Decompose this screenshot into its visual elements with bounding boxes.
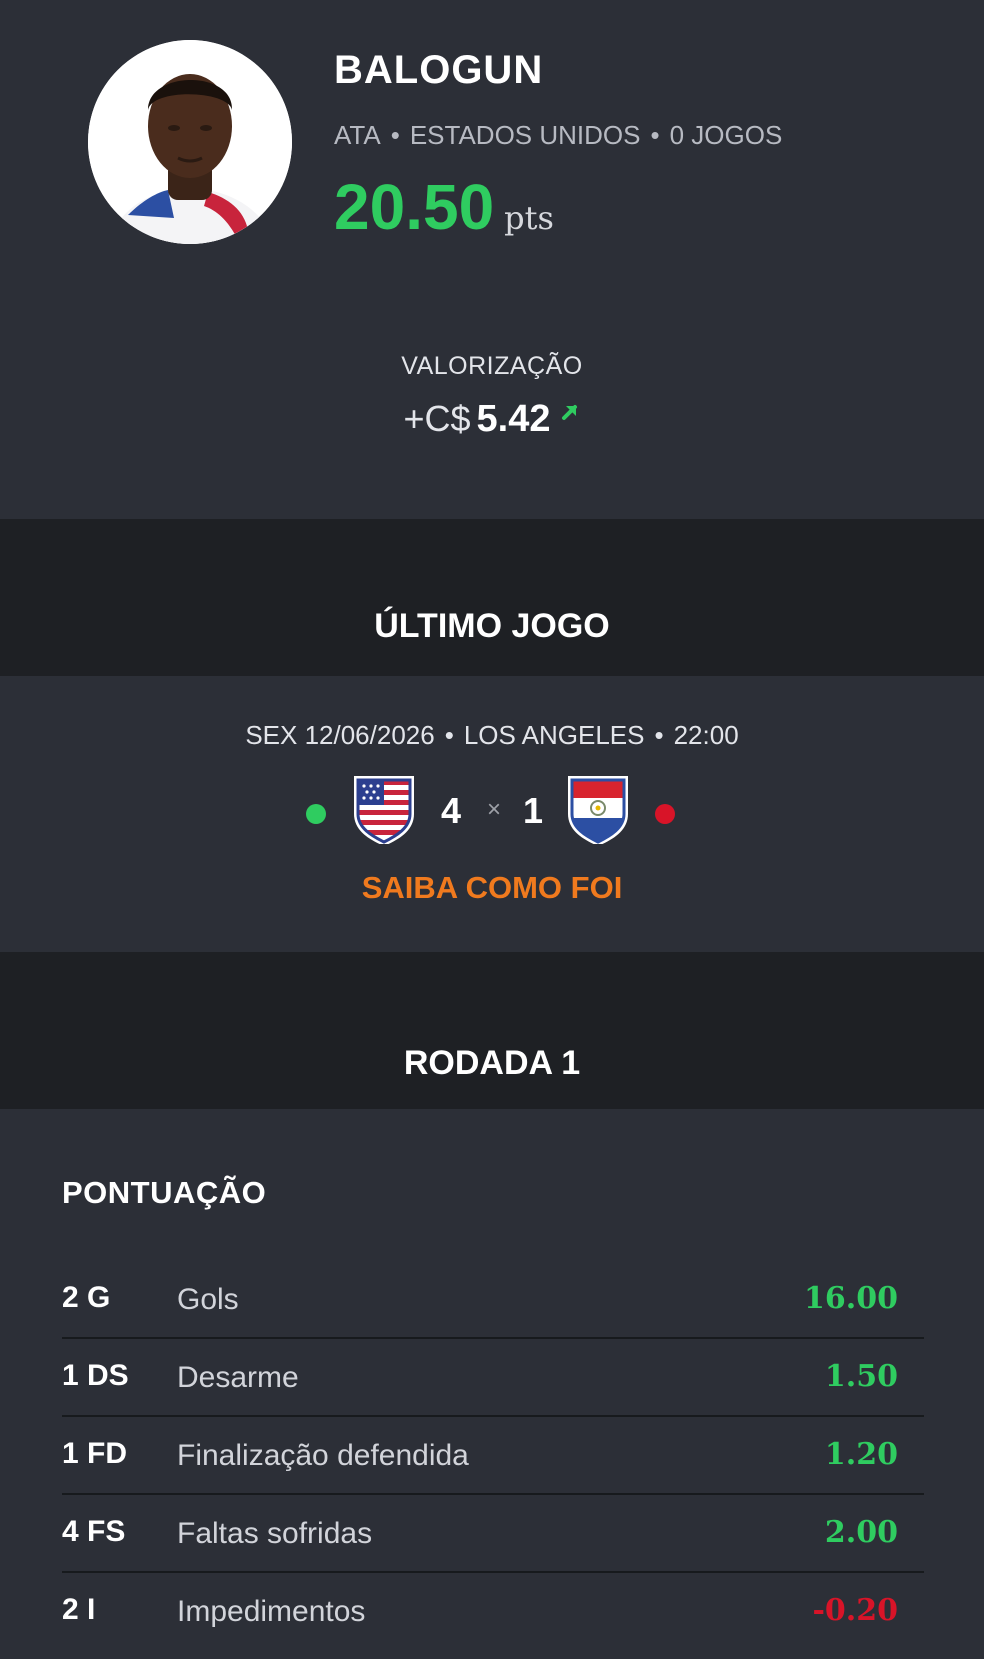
- score-value: 2.00: [824, 1515, 898, 1550]
- score-label: Faltas sofridas: [177, 1517, 373, 1550]
- usa-shield-icon: [350, 774, 418, 849]
- valorizacao-amount: 5.42: [476, 398, 551, 440]
- round-header: RODADA 1: [0, 952, 984, 1109]
- score-row: 1 DS Desarme 1.50: [62, 1339, 924, 1417]
- score-row: 4 FS Faltas sofridas 2.00: [62, 1495, 924, 1573]
- player-points: 20.50 pts: [334, 170, 554, 244]
- valorizacao-label: VALORIZAÇÃO: [401, 352, 583, 380]
- score-value: 1.20: [824, 1437, 898, 1472]
- score-code: 2 G: [62, 1281, 111, 1314]
- away-score: 1: [522, 790, 544, 831]
- score-code: 4 FS: [62, 1515, 126, 1548]
- player-meta: ATA • ESTADOS UNIDOS • 0 JOGOS: [334, 120, 782, 151]
- score-separator: ×: [486, 796, 501, 823]
- match-city: LOS ANGELES: [463, 720, 645, 750]
- score-row: 2 G Gols 16.00: [62, 1261, 924, 1339]
- points-unit: pts: [504, 199, 554, 237]
- scores-title: PONTUAÇÃO: [62, 1175, 267, 1210]
- player-avatar: [88, 40, 292, 244]
- match-separator: •: [444, 720, 454, 750]
- scores-table: 2 G Gols 16.00 1 DS Desarme 1.50 1 FD Fi…: [62, 1261, 924, 1649]
- valorizacao-prefix: +C$: [403, 398, 471, 439]
- paraguay-shield-icon: [564, 774, 632, 849]
- match-separator: •: [654, 720, 664, 750]
- away-status-dot: [655, 804, 675, 824]
- round-title: RODADA 1: [403, 1044, 581, 1082]
- score-value: 1.50: [824, 1359, 898, 1394]
- player-position: ATA: [334, 120, 381, 150]
- score-label: Gols: [177, 1283, 239, 1316]
- score-code: 2 I: [62, 1593, 96, 1626]
- valorizacao-value: +C$ 5.42: [0, 398, 984, 441]
- score-row: 2 I Impedimentos -0.20: [62, 1573, 924, 1649]
- score-value: -0.20: [812, 1593, 898, 1628]
- player-country: ESTADOS UNIDOS: [409, 120, 641, 150]
- meta-separator: •: [390, 120, 400, 150]
- score-label: Desarme: [177, 1361, 299, 1394]
- score-value: 16.00: [804, 1281, 898, 1316]
- score-code: 1 DS: [62, 1359, 129, 1392]
- last-game-card: SEX 12/06/2026 • LOS ANGELES • 22:00 4 ×…: [0, 676, 984, 952]
- score-code: 1 FD: [62, 1437, 128, 1470]
- player-header: BALOGUN ATA • ESTADOS UNIDOS • 0 JOGOS 20.50…: [0, 0, 984, 519]
- match-time: 22:00: [673, 720, 739, 750]
- round-scores: PONTUAÇÃO 2 G Gols 16.00 1 DS Desarme 1.…: [0, 1109, 984, 1659]
- match-info: SEX 12/06/2026 • LOS ANGELES • 22:00: [0, 720, 984, 751]
- up-arrow-icon: [559, 401, 581, 428]
- player-games: 0 JOGOS: [669, 120, 783, 150]
- meta-separator: •: [650, 120, 660, 150]
- player-name: BALOGUN: [334, 48, 544, 92]
- match-score-row: 4 × 1: [0, 774, 984, 854]
- last-game-header: ÚLTIMO JOGO: [0, 519, 984, 676]
- home-status-dot: [306, 804, 326, 824]
- points-value: 20.50: [334, 171, 495, 243]
- score-row: 1 FD Finalização defendida 1.20: [62, 1417, 924, 1495]
- last-game-title: ÚLTIMO JOGO: [374, 607, 610, 645]
- score-label: Finalização defendida: [177, 1439, 469, 1472]
- match-details-link[interactable]: SAIBA COMO FOI: [0, 870, 984, 906]
- score-label: Impedimentos: [177, 1595, 366, 1628]
- home-score: 4: [440, 790, 462, 831]
- player-detail-page: BALOGUN ATA • ESTADOS UNIDOS • 0 JOGOS 20.50…: [0, 0, 984, 1659]
- match-date: SEX 12/06/2026: [245, 720, 435, 750]
